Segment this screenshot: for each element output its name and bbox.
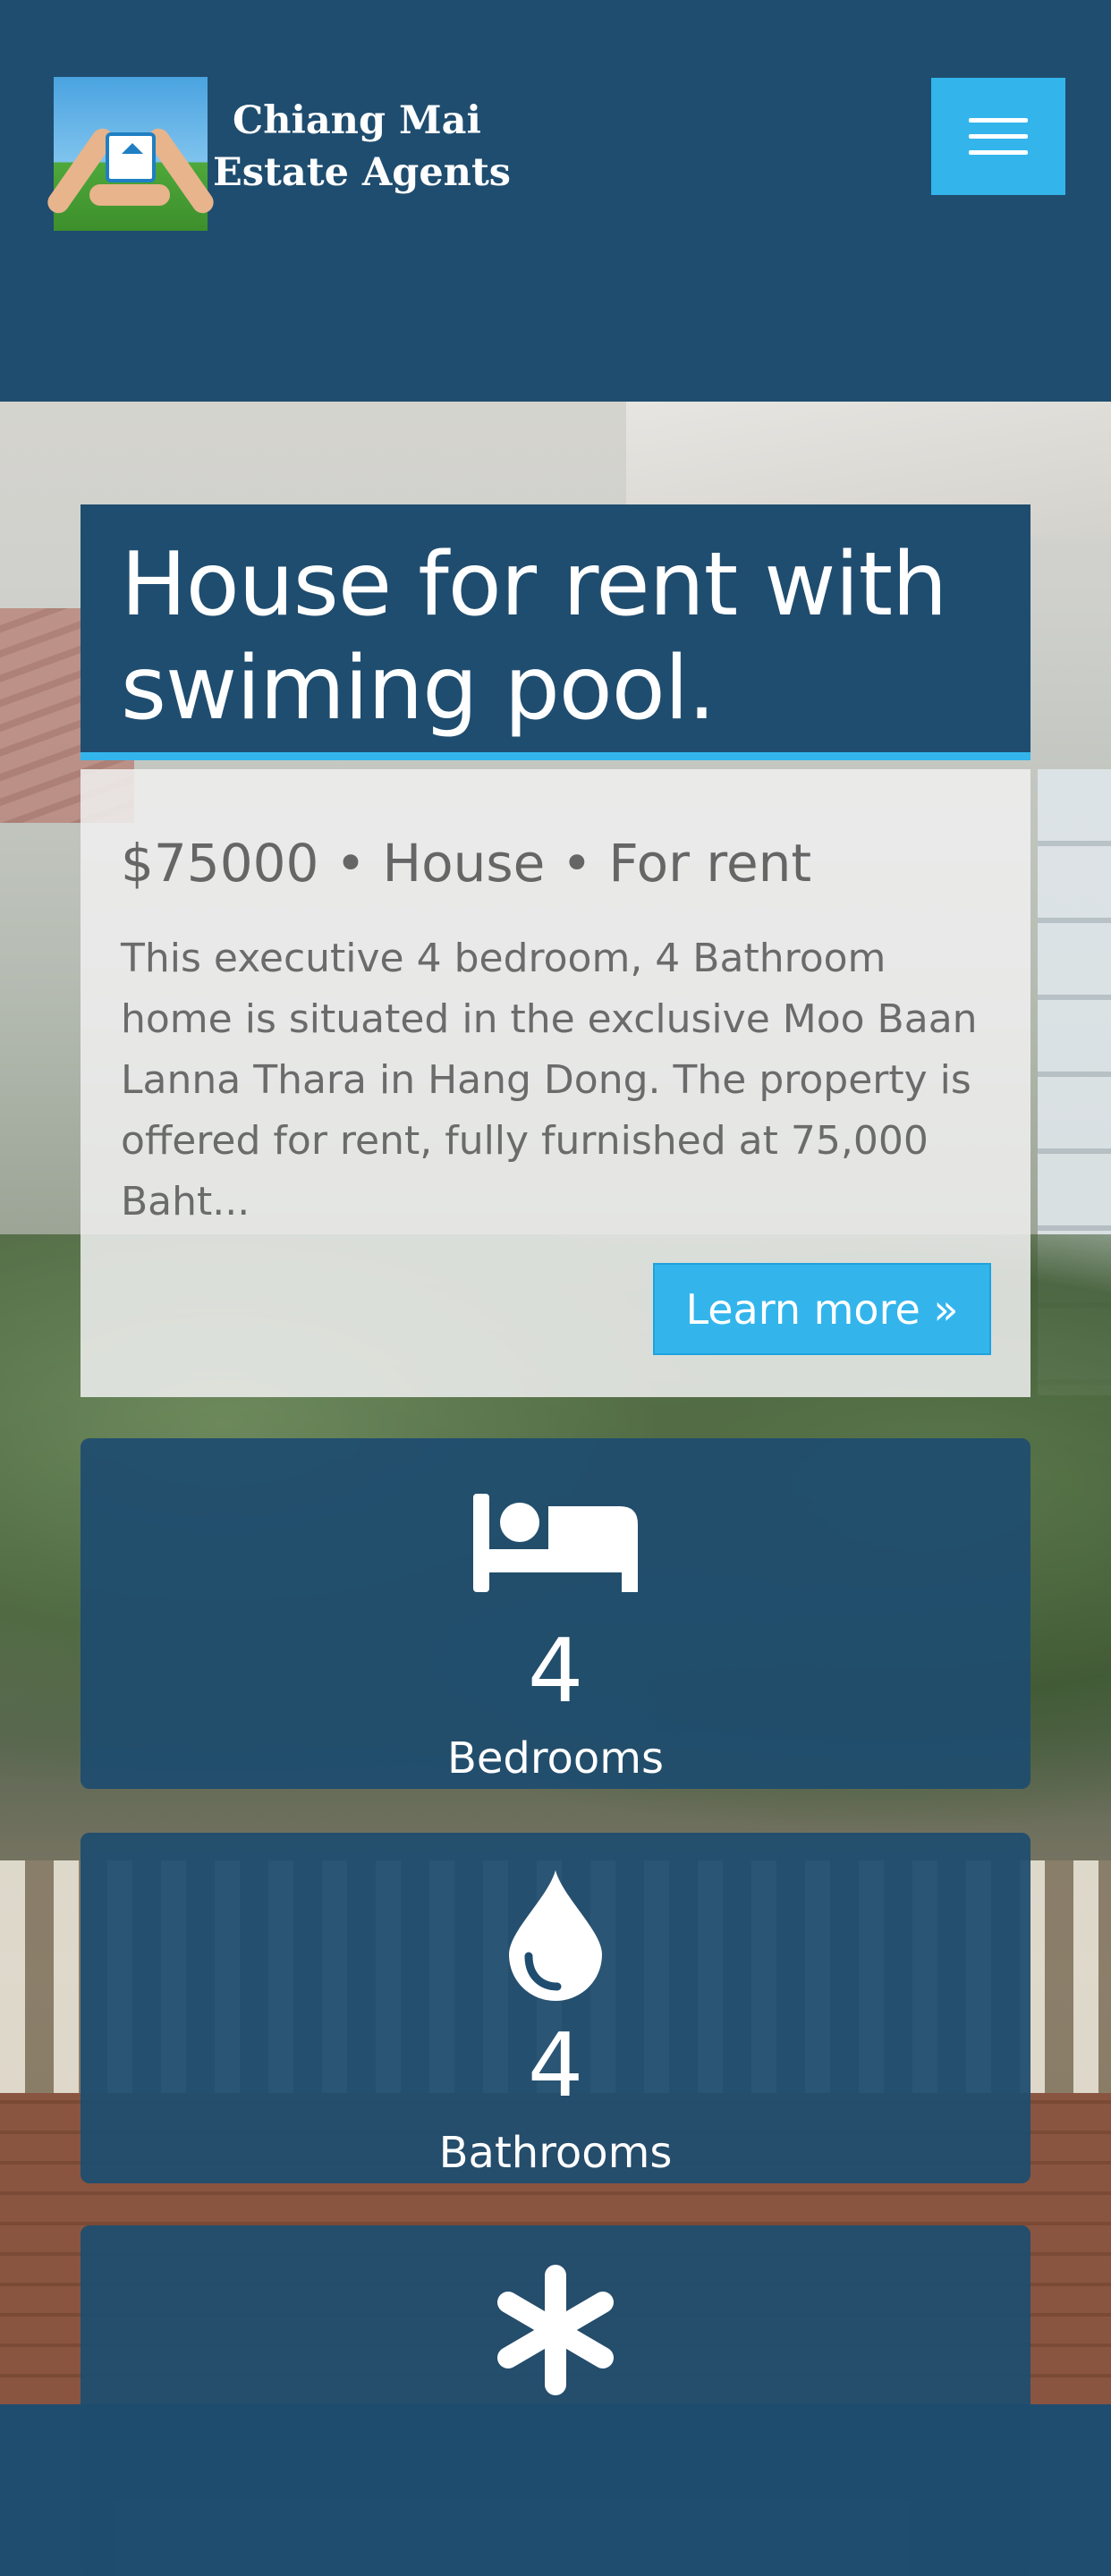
logo-line-1: Chiang Mai bbox=[233, 98, 481, 143]
menu-button[interactable] bbox=[931, 78, 1065, 195]
logo-line-2: Estate Agents bbox=[213, 150, 512, 195]
bedrooms-count: 4 bbox=[527, 1621, 584, 1723]
feature-tile-bathrooms: 4 Bathrooms bbox=[81, 1833, 1030, 2183]
water-drop-icon bbox=[81, 1870, 1030, 2001]
logo-text: Chiang Mai Estate Agents bbox=[213, 95, 511, 199]
feature-tile-bedrooms: 4 Bedrooms bbox=[81, 1438, 1030, 1789]
house-in-hands-logo-icon bbox=[43, 77, 218, 231]
bathrooms-count: 4 bbox=[527, 2015, 584, 2117]
listing-title: House for rent with swiming pool. bbox=[121, 534, 947, 740]
asterisk-icon bbox=[81, 2263, 1030, 2397]
bedrooms-label: Bedrooms bbox=[446, 1733, 665, 1784]
bathrooms-label: Bathrooms bbox=[438, 2128, 673, 2178]
site-header: Chiang Mai Estate Agents bbox=[0, 0, 1111, 402]
site-logo[interactable]: Chiang Mai Estate Agents bbox=[43, 77, 511, 231]
feature-tile-extra bbox=[81, 2225, 1030, 2576]
listing-card-header: House for rent with swiming pool. bbox=[81, 504, 1030, 760]
listing-description: This executive 4 bedroom, 4 Bathroom hom… bbox=[121, 936, 978, 1224]
listing-meta: $75000 • House • For rent bbox=[121, 833, 812, 894]
bed-icon bbox=[81, 1494, 1030, 1592]
learn-more-button[interactable]: Learn more » bbox=[653, 1263, 991, 1355]
listing-card-body: $75000 • House • For rent This executive… bbox=[81, 769, 1030, 1397]
